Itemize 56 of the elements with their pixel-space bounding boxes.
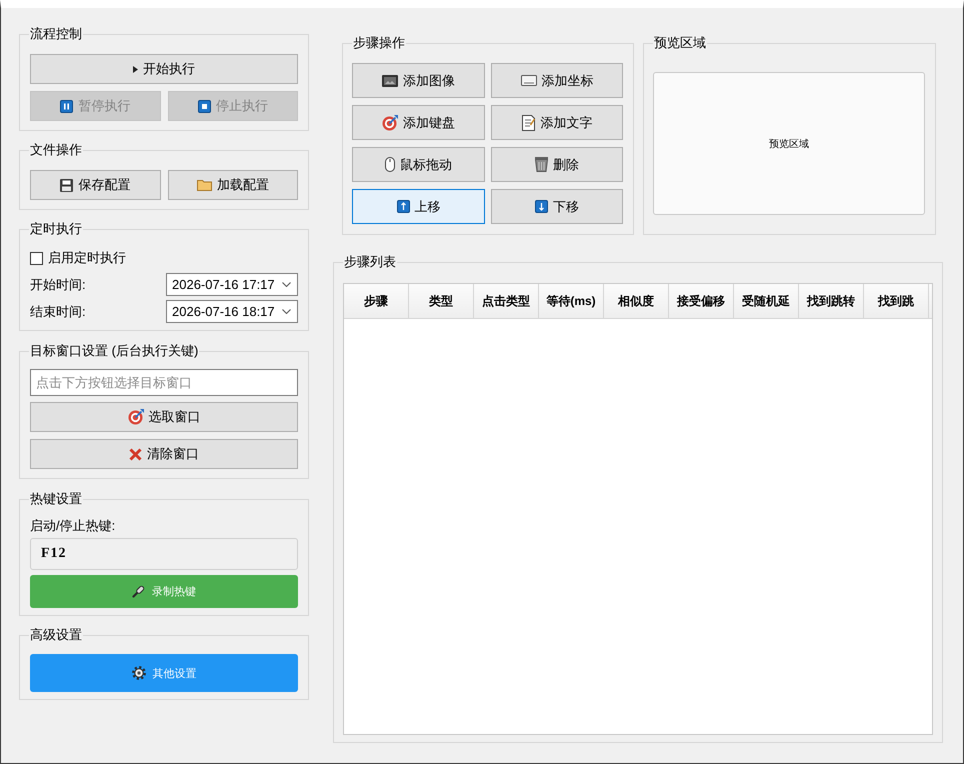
step-action-button[interactable]: 添加图像	[352, 63, 485, 98]
chevron-down-icon	[282, 282, 291, 287]
checkbox[interactable]	[30, 252, 43, 264]
stop-icon	[198, 100, 211, 112]
pause-icon	[60, 100, 74, 112]
group-title: 流程控制	[29, 26, 83, 42]
save-config-button[interactable]: 保存配置	[30, 170, 160, 200]
target-icon	[382, 114, 398, 130]
column-header[interactable]: 等待(ms)	[539, 284, 604, 318]
hotkey-label: 启动/停止热键:	[30, 519, 116, 533]
step-action-button[interactable]: 上移	[352, 189, 485, 224]
column-header[interactable]: 接受偏移	[669, 284, 734, 318]
settings-icon	[132, 666, 146, 680]
column-header[interactable]: 类型	[409, 284, 474, 318]
group-title: 目标窗口设置 (后台执行关键)	[29, 343, 200, 359]
datetime-field[interactable]: 2026-07-16 17:17	[166, 273, 298, 296]
start-button[interactable]: 开始执行	[30, 54, 298, 84]
memo-icon	[522, 114, 536, 130]
wastebasket-icon	[535, 157, 548, 172]
hotkey-field[interactable]: F12	[30, 538, 298, 570]
load-config-button[interactable]: 加载配置	[168, 170, 298, 200]
target-icon	[128, 409, 144, 425]
group-title: 高级设置	[29, 627, 83, 643]
group-title: 热键设置	[29, 491, 83, 507]
column-header[interactable]: 受随机延	[734, 284, 799, 318]
mouse-icon	[385, 157, 395, 172]
chevron-down-icon	[282, 309, 291, 314]
play-icon	[133, 66, 138, 72]
group-title: 步骤操作	[352, 35, 406, 51]
preview-label: 预览区域	[769, 138, 809, 150]
checkbox-label[interactable]: 启用定时执行	[48, 249, 126, 267]
group-title: 预览区域	[653, 35, 707, 51]
group-title: 定时执行	[29, 221, 83, 237]
field-label: 结束时间:	[30, 302, 86, 320]
pick-window-button[interactable]: 选取窗口	[30, 402, 298, 432]
step-action-button[interactable]: 添加键盘	[352, 105, 485, 140]
picture-frame-icon	[382, 74, 398, 86]
clear-window-button[interactable]: 清除窗口	[30, 439, 298, 469]
step-action-button[interactable]: 下移	[491, 189, 623, 224]
column-header[interactable]: 找到跳转	[799, 284, 864, 318]
group-title: 文件操作	[29, 142, 83, 158]
cross-icon	[129, 448, 142, 460]
step-action-button[interactable]: 添加文字	[491, 105, 623, 140]
column-header[interactable]: 找到跳	[864, 284, 929, 318]
column-header[interactable]: 点击类型	[474, 284, 539, 318]
field-label: 开始时间:	[30, 276, 86, 294]
step-action-button[interactable]: 删除	[491, 147, 623, 182]
column-header[interactable]: 相似度	[604, 284, 669, 318]
group-title: 步骤列表	[343, 254, 397, 270]
folder-icon	[196, 179, 212, 191]
step-action-button[interactable]: 鼠标拖动	[352, 147, 485, 182]
target-window-field[interactable]: 点击下方按钮选择目标窗口	[30, 369, 298, 396]
keyboard-icon	[520, 75, 536, 86]
column-header[interactable]: 步骤	[344, 284, 409, 318]
step-action-button[interactable]: 添加坐标	[491, 63, 623, 98]
datetime-field[interactable]: 2026-07-16 18:17	[166, 300, 298, 323]
